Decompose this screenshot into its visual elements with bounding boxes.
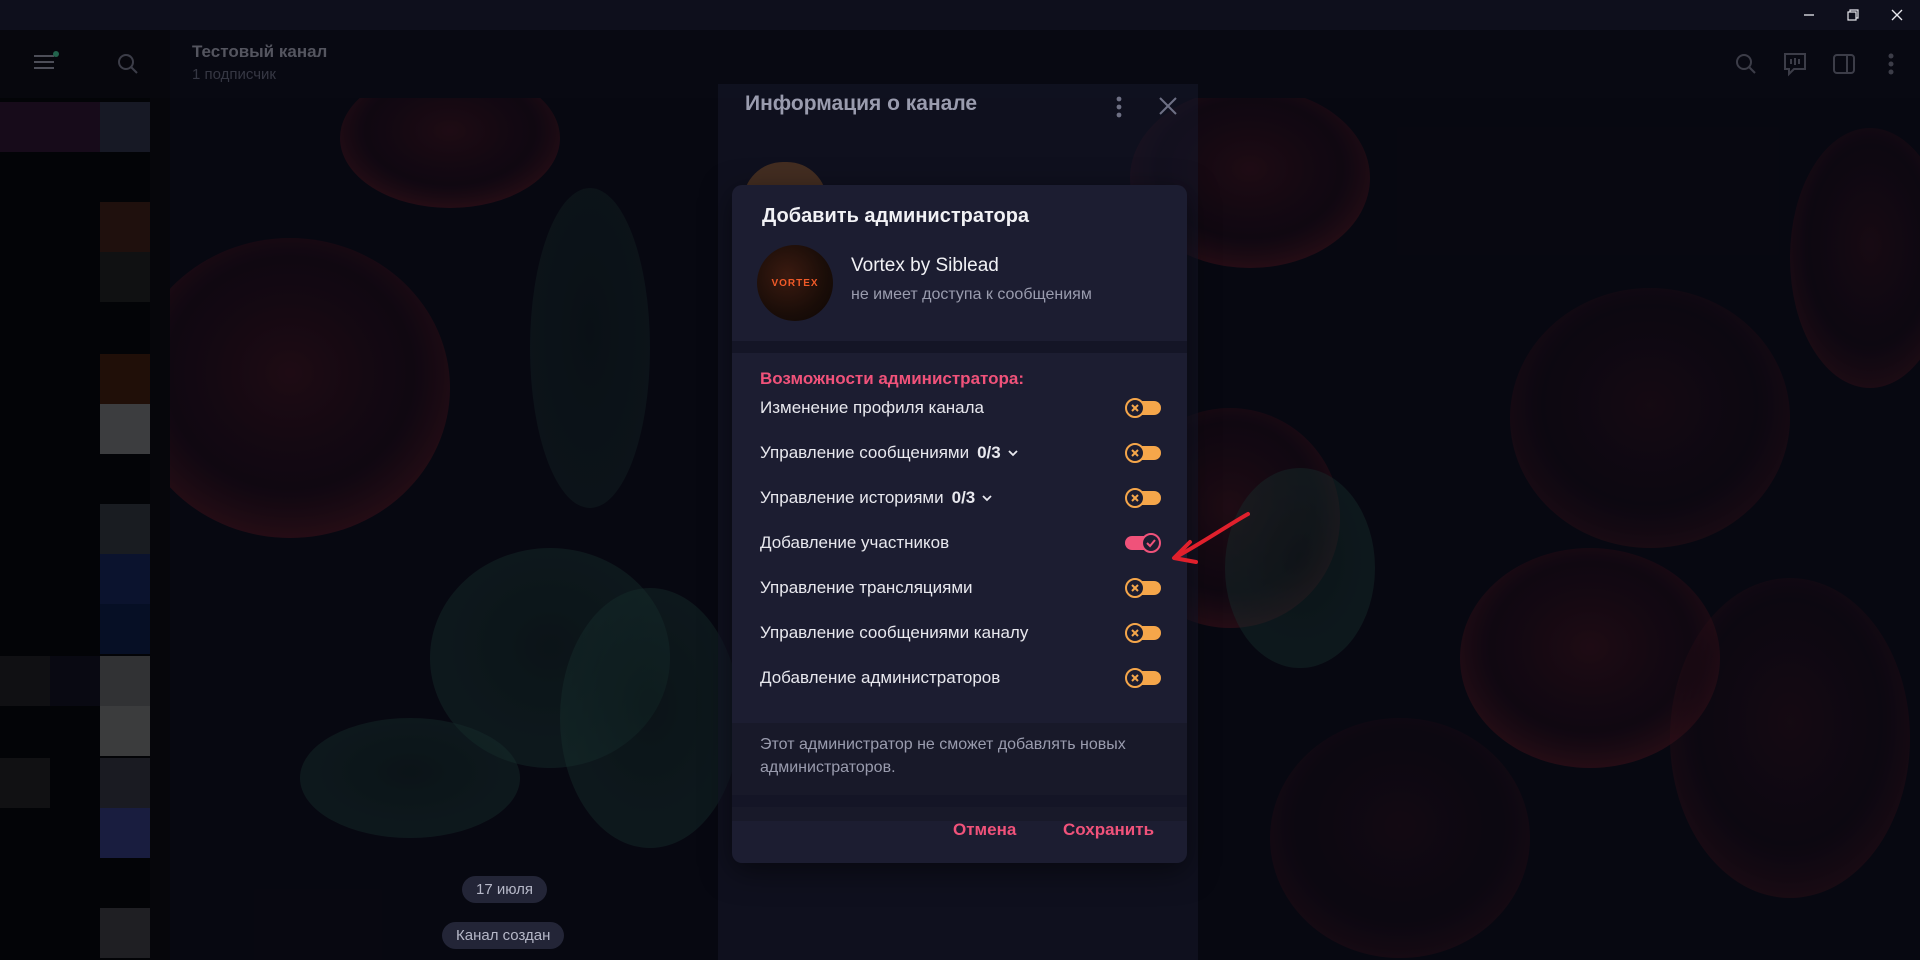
user-avatar: VORTEX bbox=[757, 245, 833, 321]
permission-toggle-off[interactable] bbox=[1124, 443, 1162, 463]
admin-note: Этот администратор не сможет добавлять н… bbox=[760, 736, 1126, 776]
divider bbox=[732, 795, 1187, 807]
user-status: не имеет доступа к сообщениям bbox=[851, 286, 1092, 303]
close-icon[interactable] bbox=[1158, 96, 1178, 121]
permissions-section-title: Возможности администратора: bbox=[760, 369, 1025, 388]
permission-toggle-off[interactable] bbox=[1124, 623, 1162, 643]
cancel-button[interactable]: Отмена bbox=[953, 820, 1016, 840]
permission-label: Изменение профиля канала bbox=[760, 398, 984, 417]
more-vertical-icon[interactable] bbox=[1115, 96, 1123, 123]
date-pill: 17 июля bbox=[462, 876, 548, 903]
user-name: Vortex by Siblead bbox=[851, 255, 999, 276]
divider bbox=[732, 341, 1187, 353]
permission-row[interactable]: Управление историями 0/3 bbox=[760, 486, 1160, 510]
permission-toggle-on[interactable] bbox=[1124, 533, 1162, 553]
dialog-title: Добавить администратора bbox=[762, 205, 1030, 227]
close-window-icon[interactable] bbox=[1875, 0, 1919, 30]
permission-count[interactable]: 0/3 bbox=[952, 488, 976, 508]
permission-row[interactable]: Добавление администраторов bbox=[760, 666, 1160, 690]
permission-toggle-off[interactable] bbox=[1124, 668, 1162, 688]
permission-label: Управление трансляциями bbox=[760, 578, 973, 597]
restore-icon[interactable] bbox=[1831, 0, 1875, 30]
permission-row[interactable]: Управление сообщениями каналу bbox=[760, 621, 1160, 645]
service-message: Канал создан bbox=[442, 922, 565, 949]
app-window: { "window": { "min_icon": "minimize-icon… bbox=[0, 0, 1920, 960]
permission-label: Добавление участников bbox=[760, 533, 950, 552]
permission-row[interactable]: Добавление участников bbox=[760, 531, 1160, 555]
permission-toggle-off[interactable] bbox=[1124, 578, 1162, 598]
annotation-arrow bbox=[1172, 512, 1250, 564]
save-button[interactable]: Сохранить bbox=[1063, 820, 1154, 840]
minimize-icon[interactable] bbox=[1787, 0, 1831, 30]
permission-label: Добавление администраторов bbox=[760, 668, 1001, 687]
add-admin-dialog: Добавить администратора VORTEX Vortex by… bbox=[732, 185, 1187, 863]
avatar-logo-text: VORTEX bbox=[771, 277, 819, 289]
chevron-down-icon[interactable] bbox=[981, 493, 993, 503]
title-bar bbox=[0, 0, 1920, 30]
permission-count[interactable]: 0/3 bbox=[977, 443, 1001, 463]
permission-label: Управление сообщениями каналу bbox=[760, 623, 1029, 642]
permission-row[interactable]: Управление сообщениями 0/3 bbox=[760, 441, 1160, 465]
permission-row[interactable]: Изменение профиля канала bbox=[760, 396, 1160, 420]
permission-label: Управление историями bbox=[760, 488, 944, 507]
permission-label: Управление сообщениями bbox=[760, 443, 970, 462]
permission-toggle-off[interactable] bbox=[1124, 398, 1162, 418]
chevron-down-icon[interactable] bbox=[1007, 448, 1019, 458]
permission-row[interactable]: Управление трансляциями bbox=[760, 576, 1160, 600]
channel-info-title: Информация о канале bbox=[745, 92, 978, 115]
permission-toggle-off[interactable] bbox=[1124, 488, 1162, 508]
